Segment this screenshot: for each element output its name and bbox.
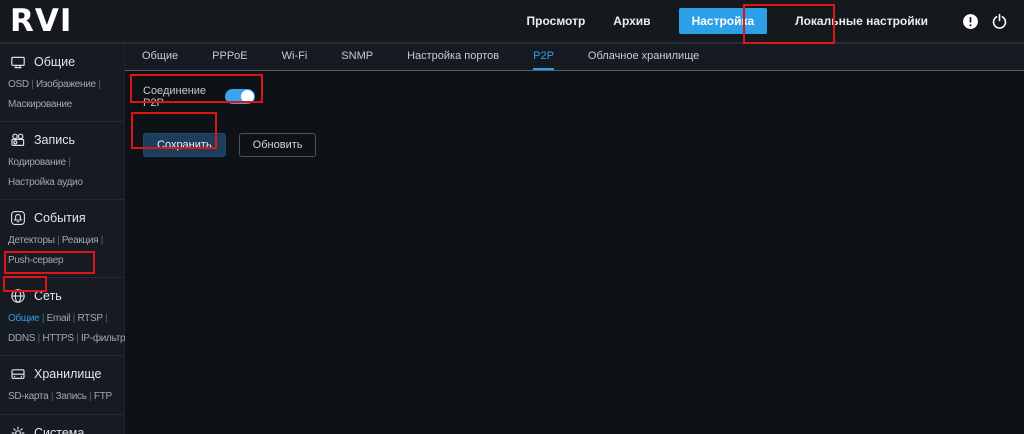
sidebar-link-ddns[interactable]: DDNS [8, 333, 42, 344]
sidebar-header-storage[interactable]: Хранилище [8, 362, 120, 387]
sidebar-section-network: Сеть ОбщиеEmailRTSP DDNSHTTPSIP-фильтр [0, 278, 124, 356]
p2p-toggle[interactable] [225, 89, 255, 104]
tab-pppoe[interactable]: PPPoE [212, 44, 247, 70]
page-body: Общие OSDИзображение Маскирование За [0, 44, 1024, 434]
sidebar-link-push-server[interactable]: Push-сервер [8, 255, 63, 266]
toggle-knob [241, 90, 254, 103]
tab-p2p[interactable]: P2P [533, 44, 554, 70]
nav-settings[interactable]: Настройка [679, 8, 768, 34]
tab-port-settings[interactable]: Настройка портов [407, 44, 499, 70]
tab-bar: Общие PPPoE Wi-Fi SNMP Настройка портов … [125, 44, 1024, 71]
sidebar-header-events[interactable]: События [8, 206, 120, 231]
sidebar-section-storage: Хранилище SD-картаЗаписьFTP [0, 356, 124, 415]
p2p-setting-row: Соединение P2P [143, 83, 1024, 110]
action-buttons: Сохранить Обновить [143, 133, 1024, 157]
sidebar-link-detectors[interactable]: Детекторы [8, 235, 62, 246]
sidebar-links: ДетекторыРеакция Push-сервер [8, 231, 120, 270]
sidebar-link-network-general[interactable]: Общие [8, 313, 47, 324]
sidebar-link-ip-filter[interactable]: IP-фильтр [81, 333, 125, 344]
sidebar-link-reaction[interactable]: Реакция [62, 235, 103, 246]
p2p-settings-panel: Соединение P2P Сохранить Обновить [125, 71, 1024, 157]
globe-icon [10, 288, 26, 304]
nav-local-settings[interactable]: Локальные настройки [795, 14, 928, 28]
top-navigation: Просмотр Архив Настройка Локальные настр… [527, 8, 1024, 34]
sidebar-section-record: Запись Кодирование Настройка аудио [0, 122, 124, 200]
sidebar-header-system[interactable]: Система [8, 421, 120, 434]
sidebar: Общие OSDИзображение Маскирование За [0, 44, 125, 434]
sidebar-title: Хранилище [34, 367, 102, 381]
sidebar-section-general: Общие OSDИзображение Маскирование [0, 44, 124, 122]
camera-icon [10, 132, 26, 148]
tab-wifi[interactable]: Wi-Fi [282, 44, 308, 70]
sidebar-link-ftp[interactable]: FTP [94, 391, 112, 402]
display-icon [10, 54, 26, 70]
sidebar-links: OSDИзображение Маскирование [8, 75, 120, 114]
tab-cloud-storage[interactable]: Облачное хранилище [588, 44, 699, 70]
sidebar-link-email[interactable]: Email [47, 313, 78, 324]
nav-preview[interactable]: Просмотр [527, 14, 586, 28]
sidebar-links: SD-картаЗаписьFTP [8, 387, 120, 407]
sidebar-link-audio-settings[interactable]: Настройка аудио [8, 177, 83, 188]
sidebar-links: ОбщиеEmailRTSP DDNSHTTPSIP-фильтр [8, 309, 120, 348]
sidebar-title: События [34, 211, 86, 225]
main-content: Общие PPPoE Wi-Fi SNMP Настройка портов … [125, 44, 1024, 434]
sidebar-header-network[interactable]: Сеть [8, 284, 120, 309]
sidebar-section-events: События ДетекторыРеакция Push-сервер [0, 200, 124, 278]
sidebar-title: Общие [34, 55, 75, 69]
save-button[interactable]: Сохранить [143, 133, 226, 157]
sidebar-header-record[interactable]: Запись [8, 128, 120, 153]
app-window: RVI Просмотр Архив Настройка Локальные н… [0, 0, 1024, 434]
sidebar-link-rtsp[interactable]: RTSP [77, 313, 107, 324]
sidebar-link-image[interactable]: Изображение [36, 79, 100, 90]
topbar: RVI Просмотр Архив Настройка Локальные н… [0, 0, 1024, 44]
brand-logo: RVI [0, 6, 72, 37]
sidebar-title: Запись [34, 133, 75, 147]
refresh-button[interactable]: Обновить [239, 133, 317, 157]
sidebar-link-encoding[interactable]: Кодирование [8, 157, 71, 168]
sidebar-link-sd-card[interactable]: SD-карта [8, 391, 56, 402]
topbar-icons [962, 13, 1008, 30]
drive-icon [10, 366, 26, 382]
sidebar-link-https[interactable]: HTTPS [42, 333, 81, 344]
nav-archive[interactable]: Архив [613, 14, 650, 28]
bell-icon [10, 210, 26, 226]
sidebar-header-general[interactable]: Общие [8, 50, 120, 75]
p2p-toggle-label: Соединение P2P [143, 85, 225, 109]
power-icon[interactable] [991, 13, 1008, 30]
sidebar-links: Кодирование Настройка аудио [8, 153, 120, 192]
sidebar-link-masking[interactable]: Маскирование [8, 99, 72, 110]
sidebar-section-system: Система ОбщееПользователи СервисИнформац… [0, 415, 124, 434]
tab-general[interactable]: Общие [142, 44, 178, 70]
sidebar-title: Система [34, 426, 84, 434]
sidebar-title: Сеть [34, 289, 62, 303]
sidebar-link-osd[interactable]: OSD [8, 79, 36, 90]
alert-icon[interactable] [962, 13, 979, 30]
tab-snmp[interactable]: SNMP [341, 44, 373, 70]
sidebar-link-record[interactable]: Запись [56, 391, 94, 402]
gear-icon [10, 425, 26, 434]
